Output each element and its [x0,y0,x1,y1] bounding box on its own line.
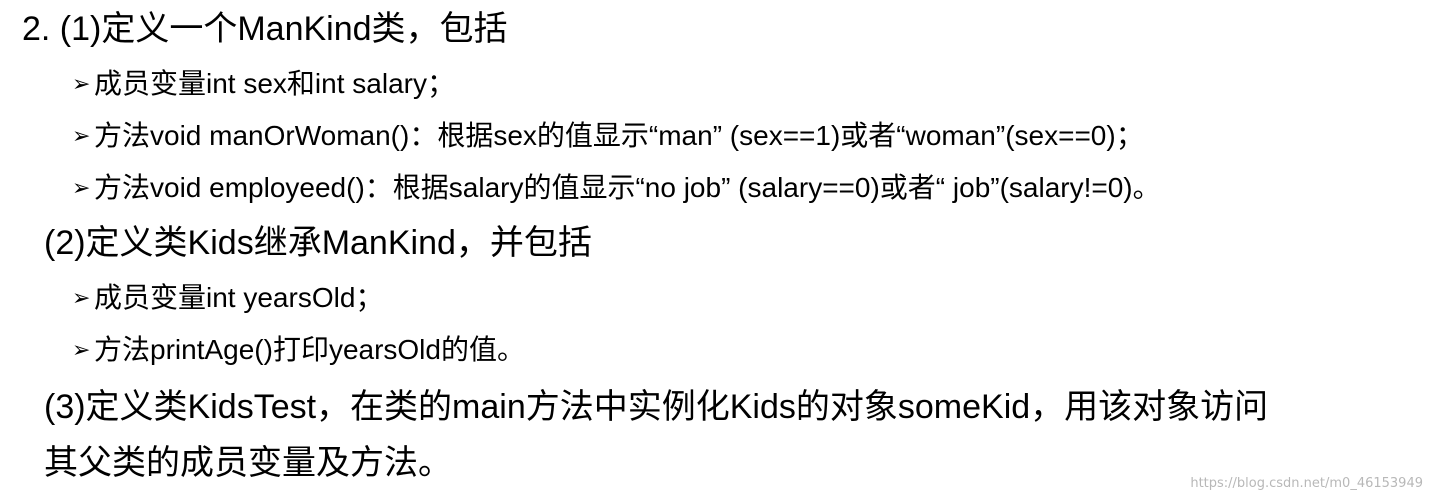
heading-part3-text: (3)定义类KidsTest，在类的main方法中实例化Kids的对象someK… [44,388,1269,426]
bullet-text: 成员变量int yearsOld； [94,282,384,313]
bullet-arrow-icon: ➢ [72,285,91,310]
bullet-text: 成员变量int sex和int salary； [94,68,455,99]
bullet-arrow-icon: ➢ [72,71,91,96]
bullet-arrow-icon: ➢ [72,337,91,362]
bullet-item: ➢ 方法void employeed()：根据salary的值显示“no job”… [72,174,1161,202]
bullet-item: ➢ 方法void manOrWoman()：根据sex的值显示“man” (sex… [72,122,1144,150]
heading-part1: 2. (1)定义一个ManKind类，包括 [22,12,508,46]
bullet-text: 方法void manOrWoman()：根据sex的值显示“man” (sex=… [94,120,1144,151]
heading-part3-continuation: 其父类的成员变量及方法。 [44,446,452,480]
bullet-arrow-icon: ➢ [72,123,91,148]
bullet-text: 方法printAge()打印yearsOld的值。 [94,334,525,365]
heading-part3: (3)定义类KidsTest，在类的main方法中实例化Kids的对象someK… [44,390,1268,424]
heading-part2: (2)定义类Kids继承ManKind，并包括 [44,226,592,260]
bullet-item: ➢ 成员变量int yearsOld； [72,284,383,312]
bullet-arrow-icon: ➢ [72,175,91,200]
watermark-url: https://blog.csdn.net/m0_46153949 [1190,476,1423,491]
heading-part3-continuation-text: 其父类的成员变量及方法。 [44,444,452,482]
bullet-item: ➢ 方法printAge()打印yearsOld的值。 [72,336,525,364]
heading-part2-text: (2)定义类Kids继承ManKind，并包括 [44,224,592,262]
bullet-item: ➢ 成员变量int sex和int salary； [72,70,455,98]
bullet-text: 方法void employeed()：根据salary的值显示“no job” … [94,172,1161,203]
heading-part1-text: 2. (1)定义一个ManKind类，包括 [22,10,508,48]
